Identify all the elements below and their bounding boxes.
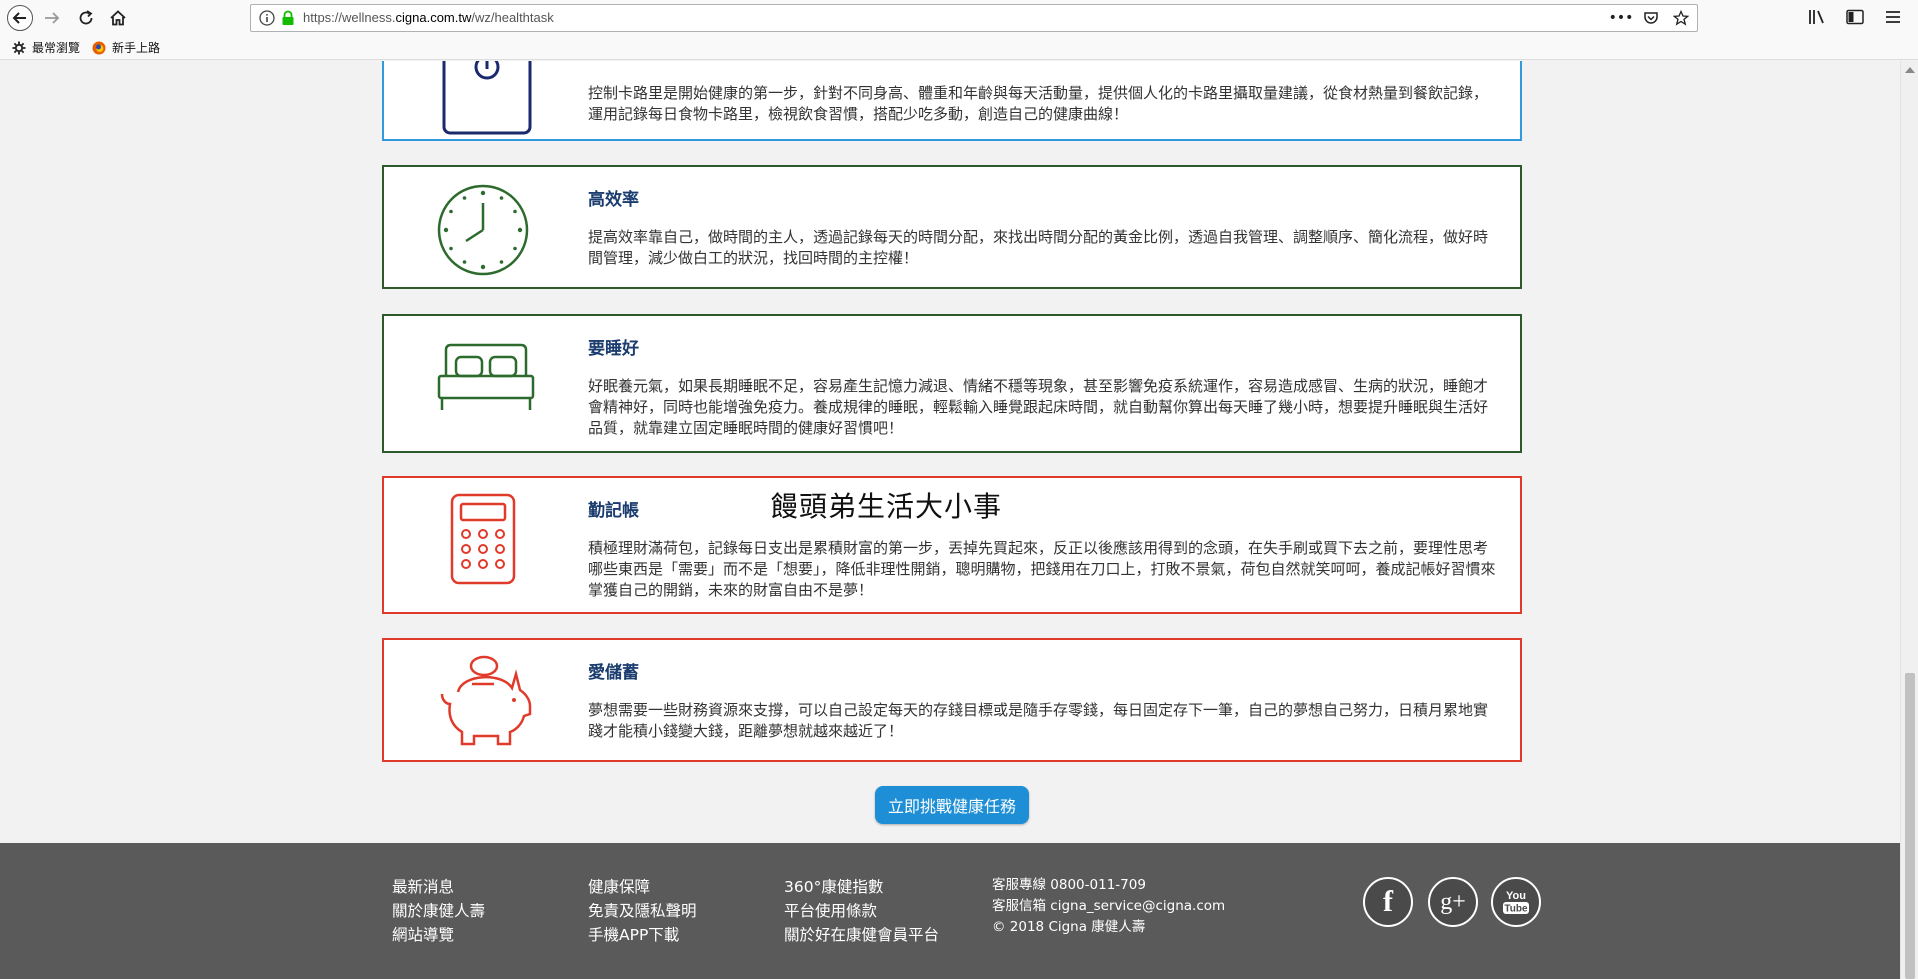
footer-link-about[interactable]: 關於康健人壽 — [392, 899, 485, 923]
back-button[interactable] — [6, 4, 34, 32]
firefox-icon — [92, 41, 106, 54]
footer-link-terms[interactable]: 平台使用條款 — [784, 899, 939, 923]
footer-col-1: 最新消息 關於康健人壽 網站導覽 — [392, 875, 485, 947]
gear-icon — [12, 41, 26, 54]
svg-text:Tube: Tube — [1504, 904, 1528, 915]
clock-icon — [437, 184, 529, 276]
google-plus-icon[interactable]: g+ — [1428, 877, 1478, 927]
info-icon[interactable] — [259, 10, 275, 26]
forward-button[interactable] — [38, 4, 66, 32]
facebook-icon[interactable]: f — [1363, 877, 1413, 927]
address-bar[interactable]: https://wellness.cigna.com.tw/wz/healtht… — [250, 4, 1698, 32]
footer-contact: 客服專線 0800-011-709 客服信箱 cigna_service@cig… — [992, 875, 1225, 938]
footer-col-2: 健康保障 免責及隱私聲明 手機APP下載 — [588, 875, 697, 947]
card-description: 控制卡路里是開始健康的第一步，針對不同身高、體重和年齡與每天活動量，提供個人化的… — [588, 84, 1489, 123]
footer-link-health-protection[interactable]: 健康保障 — [588, 875, 697, 899]
url-prefix: https://wellness. — [303, 10, 396, 25]
reload-button[interactable] — [72, 4, 100, 32]
lock-icon — [282, 10, 294, 25]
bookmark-getting-started[interactable]: 新手上路 — [92, 39, 160, 56]
url-text[interactable]: https://wellness.cigna.com.tw/wz/healtht… — [303, 10, 554, 25]
task-card-sleep: 要睡好 好眠養元氣，如果長期睡眠不足，容易產生記憶力減退、情緒不穩等現象，甚至影… — [382, 314, 1522, 453]
library-icon[interactable] — [1806, 6, 1828, 28]
piggy-bank-icon — [440, 655, 532, 746]
card-title: 要睡好 — [588, 339, 639, 359]
footer-link-member-platform[interactable]: 關於好在康健會員平台 — [784, 923, 939, 947]
card-title: 高效率 — [588, 190, 639, 210]
footer-col-3: 360°康健指數 平台使用條款 關於好在康健會員平台 — [784, 875, 939, 947]
more-icon[interactable]: ••• — [1609, 8, 1634, 28]
card-title: 勤記帳 — [588, 501, 639, 521]
copyright: © 2018 Cigna 康健人壽 — [992, 919, 1146, 935]
youtube-icon[interactable]: You Tube — [1491, 877, 1541, 927]
service-email[interactable]: 客服信箱 cigna_service@cigna.com — [992, 896, 1225, 917]
url-path: /wz/healthtask — [471, 10, 554, 25]
footer-link-sitemap[interactable]: 網站導覽 — [392, 923, 485, 947]
footer-link-privacy[interactable]: 免責及隱私聲明 — [588, 899, 697, 923]
bookmark-label: 最常瀏覽 — [32, 41, 81, 55]
home-icon — [110, 10, 126, 26]
menu-icon[interactable] — [1882, 6, 1904, 28]
reload-icon — [79, 10, 93, 25]
sidebar-icon[interactable] — [1844, 6, 1866, 28]
bed-icon — [437, 343, 535, 410]
url-domain: cigna.com.tw — [395, 10, 472, 25]
bookmark-star-icon[interactable] — [1671, 8, 1691, 28]
card-description: 積極理財滿荷包，記錄每日支出是累積財富的第一步，丟掉先買起來，反正以後應該用得到… — [588, 539, 1496, 599]
page-scrollbar[interactable] — [1900, 61, 1918, 979]
bookmarks-toolbar: 最常瀏覽 新手上路 — [0, 36, 1918, 60]
bookmark-label: 新手上路 — [112, 41, 161, 55]
card-title: 愛儲蓄 — [588, 663, 639, 683]
footer-link-news[interactable]: 最新消息 — [392, 875, 485, 899]
scrollbar-thumb[interactable] — [1905, 673, 1915, 979]
challenge-button[interactable]: 立即挑戰健康任務 — [875, 786, 1029, 824]
bookmark-most-visited[interactable]: 最常瀏覽 — [12, 39, 80, 56]
card-description: 好眠養元氣，如果長期睡眠不足，容易產生記憶力減退、情緒不穩等現象，甚至影響免疫系… — [588, 377, 1489, 437]
task-card-saving: 愛儲蓄 夢想需要一些財務資源來支撐，可以自己設定每天的存錢目標或是隨手存零錢，每… — [382, 638, 1522, 762]
watermark-text: 饅頭弟生活大小事 — [770, 490, 1003, 523]
svg-text:You: You — [1506, 890, 1526, 902]
forward-arrow-icon — [45, 12, 60, 24]
card-description: 提高效率靠自己，做時間的主人，透過記錄每天的時間分配，來找出時間分配的黃金比例，… — [588, 228, 1489, 267]
scroll-up-arrow-icon[interactable] — [1905, 67, 1915, 73]
calculator-icon — [450, 493, 516, 585]
pocket-icon[interactable] — [1641, 8, 1661, 28]
back-arrow-icon — [7, 5, 33, 31]
footer: 最新消息 關於康健人壽 網站導覽 健康保障 免責及隱私聲明 手機APP下載 36… — [0, 843, 1900, 979]
service-phone: 客服專線 0800-011-709 — [992, 877, 1146, 893]
home-button[interactable] — [104, 4, 132, 32]
card-description: 夢想需要一些財務資源來支撐，可以自己設定每天的存錢目標或是隨手存零錢，每日固定存… — [588, 701, 1489, 740]
browser-toolbar: https://wellness.cigna.com.tw/wz/healtht… — [0, 0, 1918, 36]
scale-icon — [442, 61, 532, 135]
footer-link-app-download[interactable]: 手機APP下載 — [588, 923, 697, 947]
task-card-efficiency: 高效率 提高效率靠自己，做時間的主人，透過記錄每天的時間分配，來找出時間分配的黃… — [382, 165, 1522, 289]
task-card-calorie: 控制卡路里是開始健康的第一步，針對不同身高、體重和年齡與每天活動量，提供個人化的… — [382, 61, 1522, 141]
footer-link-360-index[interactable]: 360°康健指數 — [784, 875, 939, 899]
page-viewport: 控制卡路里是開始健康的第一步，針對不同身高、體重和年齡與每天活動量，提供個人化的… — [0, 61, 1900, 979]
